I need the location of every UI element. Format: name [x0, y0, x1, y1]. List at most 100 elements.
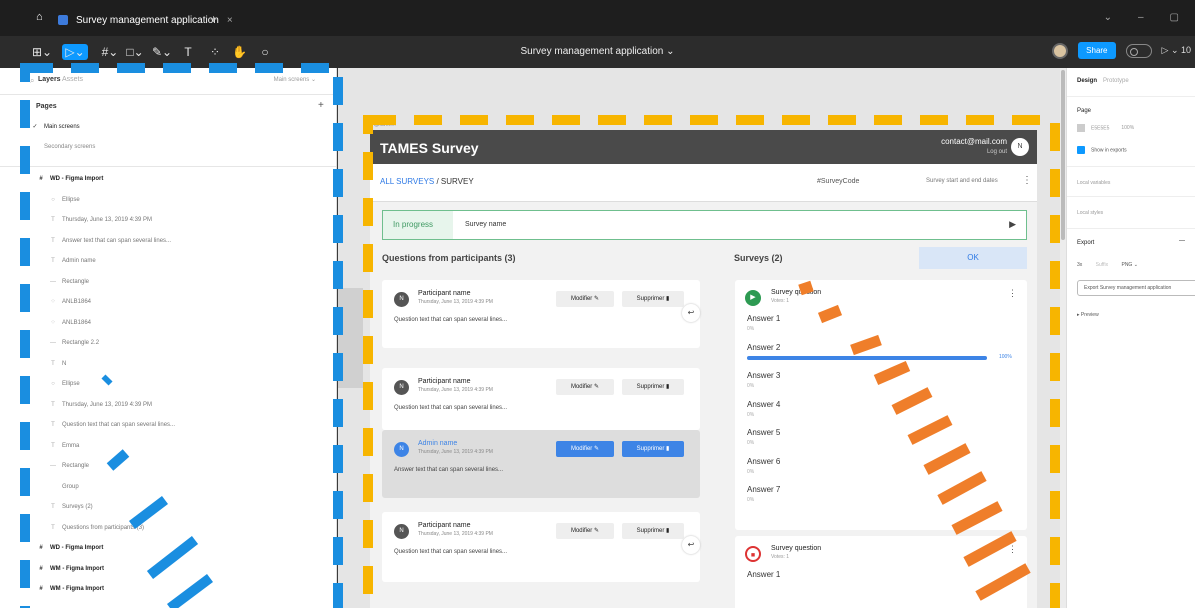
zoom-control[interactable]: ▷ ⌄ 10: [1162, 45, 1191, 56]
layer-item[interactable]: ○ Ellipse: [0, 191, 336, 209]
tab-layers[interactable]: Layers: [38, 76, 61, 83]
close-tab-icon[interactable]: ×: [227, 15, 233, 26]
question-card[interactable]: N Participant name Thursday, June 13, 2019…: [382, 512, 700, 582]
local-styles[interactable]: Local styles: [1077, 210, 1103, 216]
reply-icon[interactable]: ↩: [682, 536, 700, 554]
page-color-row[interactable]: E5E5E5 100%: [1077, 124, 1134, 132]
checkbox-icon[interactable]: [1077, 146, 1085, 154]
layer-item[interactable]: T Thursday, June 13, 2019 4:39 PM: [0, 396, 336, 414]
dev-mode-toggle[interactable]: [1125, 43, 1152, 58]
stop-icon[interactable]: ■: [745, 546, 761, 562]
properties-panel: Design Prototype Page E5E5E5 100% Show in …: [1066, 68, 1195, 608]
layer-item[interactable]: ⁘ ANLB1864: [0, 314, 336, 332]
hand-tool-icon[interactable]: ✋: [232, 44, 247, 60]
layer-item[interactable]: ⁘ ANLB1864: [0, 293, 336, 311]
minimize-icon[interactable]: –: [1138, 12, 1144, 23]
layer-item[interactable]: T Emma: [0, 437, 336, 455]
survey-question: Survey question: [771, 545, 822, 552]
question-text: Question text that can span several line…: [394, 405, 508, 411]
breadcrumb-all-surveys[interactable]: ALL SURVEYS: [380, 177, 434, 186]
layer-item[interactable]: — Rectangle 2.2: [0, 334, 336, 352]
text-tool-icon[interactable]: T: [182, 44, 194, 60]
export-format[interactable]: PNG ⌄: [1121, 262, 1137, 268]
layer-item[interactable]: — Rectangle: [0, 457, 336, 475]
new-tab-button[interactable]: +: [210, 12, 217, 26]
layer-label: Rectangle: [62, 278, 90, 285]
tab-design[interactable]: Design: [1077, 78, 1097, 84]
share-button[interactable]: Share: [1078, 42, 1116, 59]
play-icon[interactable]: ▶: [745, 290, 761, 306]
document-title[interactable]: Survey management application ⌄: [0, 46, 1195, 57]
layer-item[interactable]: T Answer text that can span several lines…: [0, 232, 336, 250]
admin-answer-card[interactable]: N Admin name Thursday, June 13, 2019 4:39 …: [382, 430, 700, 498]
page-selector[interactable]: Main screens ⌄: [274, 76, 316, 83]
comment-tool-icon[interactable]: ○: [258, 44, 272, 60]
more-options-icon[interactable]: ⋮: [1022, 175, 1032, 186]
page-item-secondary-screens[interactable]: Secondary screens: [0, 138, 336, 156]
pen-tool-icon[interactable]: ✎⌄: [152, 44, 172, 60]
layer-item[interactable]: — Rectangle: [0, 273, 336, 291]
maximize-icon[interactable]: ▢: [1170, 12, 1179, 23]
frame-label[interactable]: Figma im...: [371, 122, 396, 128]
main-menu-icon[interactable]: ⊞⌄: [32, 44, 52, 60]
delete-button[interactable]: Supprimer ▮: [622, 291, 684, 307]
layer-label: N: [62, 360, 67, 367]
remove-export-icon[interactable]: —: [1179, 238, 1185, 244]
home-icon[interactable]: ⌂: [36, 11, 48, 23]
layer-item[interactable]: TN: [0, 355, 336, 373]
edit-button[interactable]: Modifier ✎: [556, 523, 614, 539]
export-scale[interactable]: 3x: [1077, 262, 1082, 268]
preview-toggle[interactable]: ▸ Preview: [1077, 312, 1099, 318]
layer-frame-item[interactable]: # WD - Figma Import: [0, 170, 336, 188]
scrollbar-thumb[interactable]: [1061, 70, 1065, 240]
more-options-icon[interactable]: ⋮: [1008, 288, 1017, 299]
search-icon[interactable]: ⌕: [30, 76, 34, 86]
tab-assets[interactable]: Assets: [62, 76, 83, 83]
delete-button[interactable]: Supprimer ▮: [622, 379, 684, 395]
document-tab[interactable]: Survey management application ×: [58, 14, 233, 26]
edit-button[interactable]: Modifier ✎: [556, 291, 614, 307]
edit-button[interactable]: Modifier ✎: [556, 379, 614, 395]
export-suffix[interactable]: Suffix: [1096, 262, 1108, 268]
delete-button[interactable]: Supprimer ▮: [622, 441, 684, 457]
tab-prototype[interactable]: Prototype: [1103, 78, 1129, 84]
layer-item[interactable]: ○ Ellipse: [0, 375, 336, 393]
page-item-main-screens[interactable]: ✓ Main screens: [0, 118, 336, 136]
ok-button[interactable]: OK: [919, 247, 1027, 269]
layer-frame-item[interactable]: # WM - Figma Import: [0, 580, 336, 598]
reply-icon[interactable]: ↩: [682, 304, 700, 322]
shape-tool-icon[interactable]: □⌄: [125, 44, 145, 60]
delete-button[interactable]: Supprimer ▮: [622, 523, 684, 539]
survey-app-frame[interactable]: TAMES Survey contact@mail.com Log out N …: [370, 130, 1037, 608]
question-card[interactable]: N Participant name Thursday, June 13, 2019…: [382, 280, 700, 348]
user-avatar[interactable]: [1052, 42, 1069, 59]
add-page-icon[interactable]: +: [318, 100, 324, 111]
chevron-down-icon[interactable]: ⌄: [1104, 12, 1112, 23]
logout-link[interactable]: Log out: [987, 149, 1007, 155]
export-button[interactable]: Export Survey management application: [1077, 280, 1195, 296]
layer-frame-item[interactable]: # WM - Figma Import: [0, 560, 336, 578]
resources-icon[interactable]: ⁘: [208, 44, 222, 60]
layer-item[interactable]: Group: [0, 478, 336, 496]
edit-button[interactable]: Modifier ✎: [556, 441, 614, 457]
survey-card[interactable]: ■ Survey question Votes: 1 ⋮ Answer 1: [735, 536, 1027, 608]
layer-frame-item[interactable]: # WD - Figma Import: [0, 539, 336, 557]
layer-item[interactable]: T Thursday, June 13, 2019 4:39 PM: [0, 211, 336, 229]
layer-item[interactable]: T Questions from participants (3): [0, 519, 336, 537]
question-card[interactable]: N Participant name Thursday, June 13, 2019…: [382, 368, 700, 430]
frame-tool-icon[interactable]: #⌄: [100, 44, 120, 60]
layer-item[interactable]: T Admin name: [0, 252, 336, 270]
canvas[interactable]: Figma im... TAMES Survey contact@mail.co…: [338, 68, 1065, 608]
show-in-exports-checkbox[interactable]: Show in exports: [1077, 146, 1127, 154]
answer-label: Answer 5: [747, 428, 781, 437]
color-swatch[interactable]: [1077, 124, 1085, 132]
layer-item[interactable]: T Surveys (2): [0, 498, 336, 516]
user-avatar[interactable]: N: [1011, 138, 1029, 156]
more-options-icon[interactable]: ⋮: [1008, 544, 1017, 555]
survey-status-bar[interactable]: In progress Survey name ▶: [382, 210, 1027, 240]
layer-item[interactable]: T Question text that can span several lin…: [0, 416, 336, 434]
move-tool-icon[interactable]: ▷⌄: [62, 44, 88, 60]
survey-card[interactable]: ▶ Survey question Votes: 1 ⋮ Answer 1 0% Answe…: [735, 280, 1027, 530]
local-variables[interactable]: Local variables: [1077, 180, 1110, 186]
play-icon[interactable]: ▶: [1009, 219, 1016, 230]
